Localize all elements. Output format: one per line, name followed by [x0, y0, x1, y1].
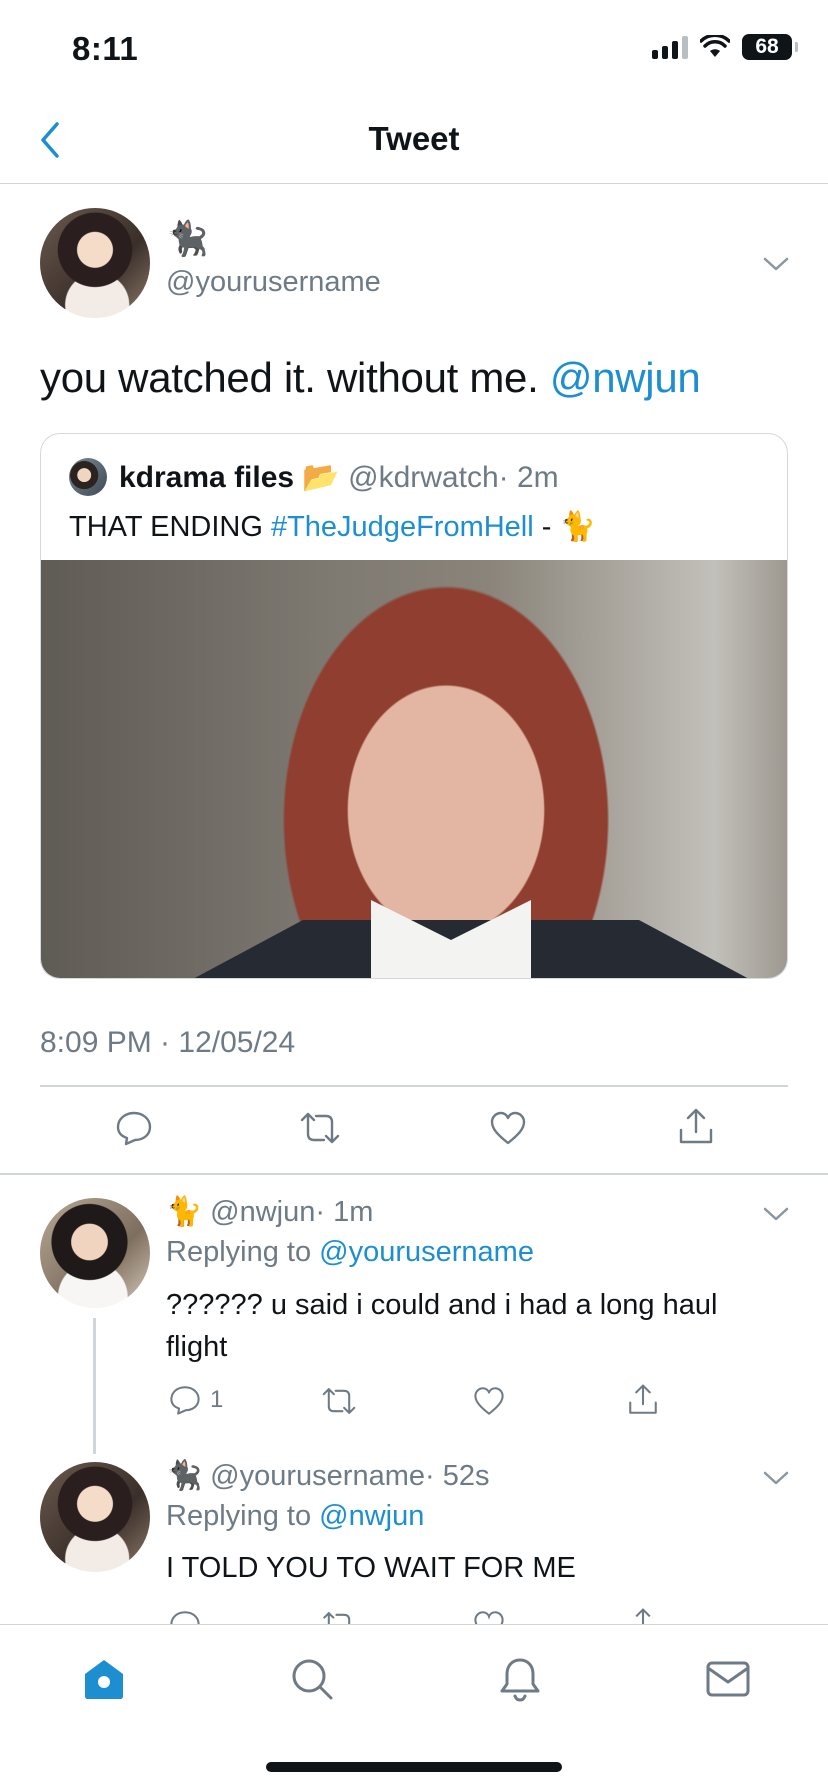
replying-to: Replying to @nwjun	[166, 1500, 424, 1533]
share-icon	[679, 1108, 713, 1144]
like-button[interactable]	[472, 1384, 506, 1418]
home-indicator[interactable]	[266, 1762, 562, 1772]
quote-author-handle: @kdrwatch	[348, 461, 499, 494]
author-avatar[interactable]	[40, 208, 150, 318]
speech-bubble-icon	[170, 1386, 200, 1415]
share-icon	[629, 1384, 657, 1414]
reply-author-name[interactable]: 🐈‍⬛	[166, 1460, 202, 1492]
reply-author-handle[interactable]: @nwjun	[210, 1196, 315, 1228]
retweet-icon[interactable]	[320, 1608, 358, 1624]
retweet-button[interactable]	[320, 1384, 358, 1418]
replying-to: Replying to @yourusername	[166, 1236, 534, 1269]
heart-icon[interactable]	[472, 1608, 506, 1624]
envelope-icon	[706, 1661, 750, 1697]
reply-header: 🐈 @nwjun· 1m	[166, 1195, 373, 1229]
signal-icon	[652, 35, 688, 59]
author-display-name[interactable]: 🐈‍⬛	[166, 222, 208, 256]
reply-header: 🐈‍⬛ @yourusername· 52s	[166, 1459, 489, 1493]
replying-to-handle[interactable]: @yourusername	[319, 1236, 534, 1268]
battery-level: 68	[755, 35, 779, 58]
retweet-icon	[300, 1112, 340, 1144]
thread-line	[93, 1318, 96, 1454]
page-title: Tweet	[368, 120, 460, 157]
tab-home[interactable]	[74, 1649, 134, 1709]
heart-icon	[490, 1111, 526, 1145]
quote-hashtag[interactable]: #TheJudgeFromHell	[271, 511, 534, 543]
heart-icon	[474, 1387, 504, 1415]
reply-button[interactable]: 1	[168, 1383, 223, 1417]
reply-options-button[interactable]	[756, 1458, 796, 1498]
reply-author-avatar[interactable]	[40, 1198, 150, 1308]
retweet-button[interactable]	[298, 1108, 342, 1148]
quote-author-name: kdrama files 📂	[119, 461, 340, 494]
reply-author-handle[interactable]: @yourusername	[210, 1460, 425, 1492]
quote-time: · 2m	[498, 461, 559, 494]
share-button[interactable]	[626, 1382, 660, 1418]
tab-search[interactable]	[282, 1649, 342, 1709]
chevron-down-icon	[763, 257, 789, 271]
reply-time: · 1m	[315, 1196, 374, 1228]
wifi-icon	[700, 35, 730, 57]
chevron-down-icon	[763, 1207, 789, 1221]
speech-bubble-icon	[116, 1111, 152, 1146]
quote-body: THAT ENDING	[69, 511, 271, 543]
quote-author-avatar	[69, 458, 107, 496]
speech-bubble-icon[interactable]	[168, 1608, 202, 1624]
reply-author-avatar[interactable]	[40, 1462, 150, 1572]
reply-time: · 52s	[424, 1460, 490, 1492]
like-button[interactable]	[488, 1108, 528, 1148]
tweet-text: you watched it. without me. @nwjun	[40, 354, 701, 402]
retweet-icon	[322, 1388, 356, 1414]
quote-text: THAT ENDING #TheJudgeFromHell - 🐈	[69, 510, 596, 544]
tweet-timestamp: 8:09 PM · 12/05/24	[40, 1026, 296, 1059]
home-icon	[85, 1660, 123, 1699]
author-username[interactable]: @yourusername	[166, 266, 381, 299]
nav-header: Tweet	[0, 100, 828, 184]
status-icons: 68	[652, 34, 798, 60]
replying-to-handle[interactable]: @nwjun	[319, 1500, 424, 1532]
tweet-options-button[interactable]	[756, 244, 796, 284]
status-time: 8:11	[72, 30, 139, 67]
reply-button[interactable]	[114, 1108, 154, 1148]
bell-icon	[500, 1658, 540, 1702]
quote-media-image[interactable]	[41, 560, 787, 978]
share-button[interactable]	[676, 1106, 716, 1148]
reply-options-button[interactable]	[756, 1194, 796, 1234]
battery-icon: 68	[742, 34, 798, 60]
chevron-down-icon	[763, 1471, 789, 1485]
status-bar: 8:11 68	[0, 0, 828, 100]
replying-to-prefix: Replying to	[166, 1236, 320, 1268]
search-icon	[292, 1659, 333, 1700]
reply-text: ?????? u said i could and i had a long h…	[166, 1289, 718, 1363]
divider	[40, 1085, 788, 1087]
share-icon[interactable]	[626, 1606, 660, 1624]
quote-suffix: - 🐈	[533, 511, 596, 543]
quoted-tweet[interactable]: kdrama files 📂 @kdrwatch· 2m THAT ENDING…	[40, 433, 788, 979]
quote-header: kdrama files 📂 @kdrwatch· 2m	[119, 460, 559, 495]
replying-to-prefix: Replying to	[166, 1500, 320, 1532]
tab-messages[interactable]	[698, 1649, 758, 1709]
tab-notifications[interactable]	[490, 1649, 550, 1709]
tweet-mention[interactable]: @nwjun	[550, 354, 701, 401]
reply-actions-partial	[0, 1604, 828, 1624]
divider	[0, 1173, 828, 1175]
tweet-body: you watched it. without me.	[40, 354, 550, 401]
reply-count: 1	[210, 1386, 224, 1413]
reply-text: I TOLD YOU TO WAIT FOR ME	[166, 1552, 576, 1584]
reply-author-name[interactable]: 🐈	[166, 1196, 202, 1228]
